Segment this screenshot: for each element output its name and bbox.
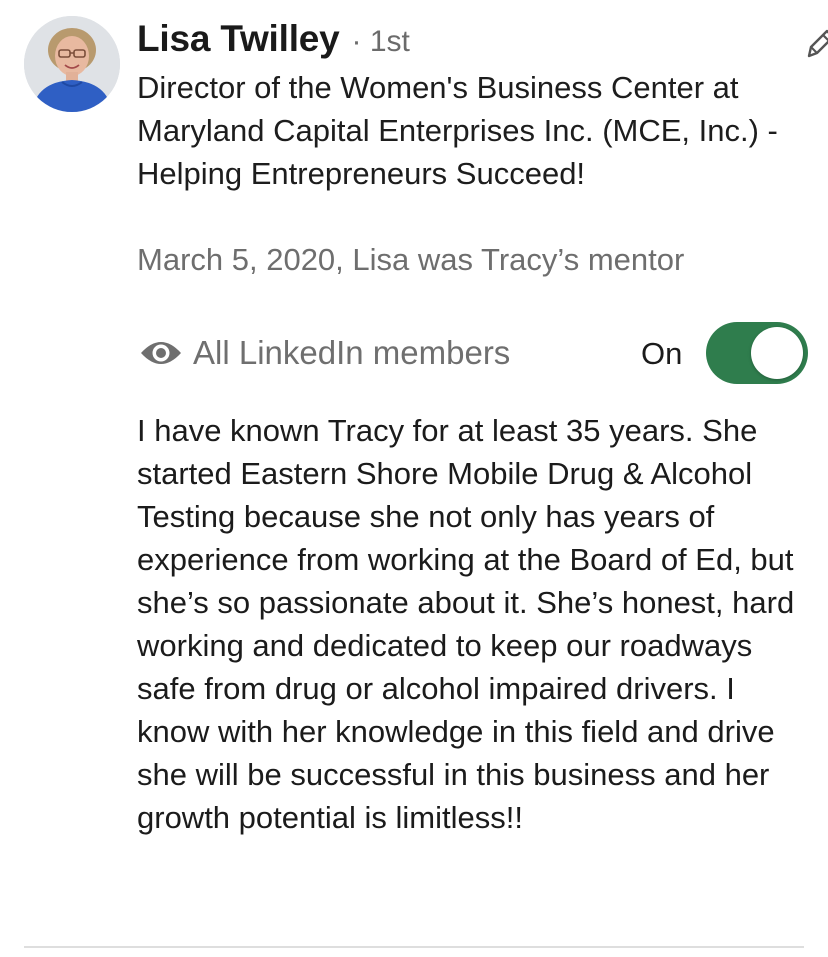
connection-degree: · 1st: [351, 25, 410, 58]
visibility-label: All LinkedIn members: [193, 334, 511, 371]
divider: [24, 946, 804, 948]
avatar[interactable]: [24, 16, 120, 112]
eye-icon: [139, 337, 183, 369]
toggle-knob: [751, 327, 803, 379]
visibility-toggle[interactable]: [706, 322, 808, 384]
recommendation-text: I have known Tracy for at least 35 years…: [137, 413, 795, 835]
profile-photo: [24, 16, 120, 112]
recommender-name[interactable]: Lisa Twilley: [137, 18, 340, 60]
relationship-date: March 5, 2020, Lisa was Tracy’s mentor: [137, 242, 685, 277]
visibility-setting: All LinkedIn members On: [137, 322, 809, 386]
pencil-icon[interactable]: [803, 26, 828, 62]
name-line: Lisa Twilley · 1st: [137, 18, 410, 64]
toggle-state-label: On: [641, 336, 683, 371]
recommender-headline: Director of the Women's Business Center …: [137, 70, 778, 191]
